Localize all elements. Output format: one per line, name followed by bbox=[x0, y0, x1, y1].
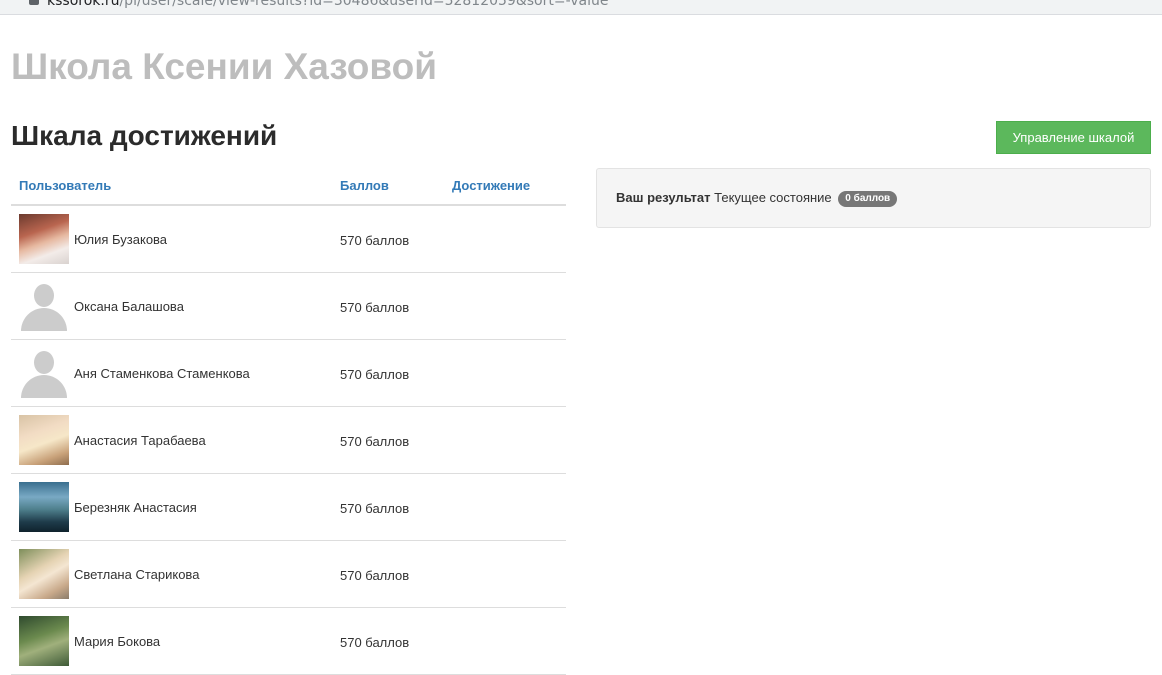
user-avatar[interactable] bbox=[19, 482, 69, 532]
table-row: Березняк Анастасия 570 баллов bbox=[11, 474, 566, 541]
user-name[interactable]: Березняк Анастасия bbox=[74, 500, 197, 515]
sort-by-user-link[interactable]: Пользователь bbox=[19, 178, 111, 193]
user-name[interactable]: Оксана Балашова bbox=[74, 299, 184, 314]
user-name[interactable]: Юлия Бузакова bbox=[74, 232, 167, 247]
placeholder-head bbox=[34, 351, 54, 374]
user-avatar[interactable] bbox=[19, 214, 69, 264]
user-score: 570 баллов bbox=[340, 568, 410, 583]
sort-by-score-link[interactable]: Баллов bbox=[340, 178, 389, 193]
results-table: Пользователь Баллов Достижение Юлия Буза… bbox=[11, 172, 566, 675]
url-domain: kssorok.ru bbox=[47, 0, 120, 9]
lock-icon[interactable] bbox=[29, 0, 39, 5]
manage-scale-button[interactable]: Управление шкалой bbox=[996, 121, 1151, 154]
user-score: 570 баллов bbox=[340, 635, 410, 650]
user-avatar[interactable] bbox=[19, 616, 69, 666]
sort-by-achievement-link[interactable]: Достижение bbox=[452, 178, 530, 193]
table-row: Светлана Старикова 570 баллов bbox=[11, 541, 566, 608]
result-state: Текущее состояние bbox=[714, 190, 832, 205]
result-label: Ваш результат bbox=[616, 190, 711, 205]
user-name[interactable]: Аня Стаменкова Стаменкова bbox=[74, 366, 250, 381]
your-result-panel: Ваш результат Текущее состояние 0 баллов bbox=[596, 168, 1151, 228]
placeholder-shoulders bbox=[21, 308, 67, 331]
browser-address-bar[interactable]: kssorok.ru/pl/user/scale/view-results?id… bbox=[0, 0, 1162, 15]
address-url[interactable]: kssorok.ru/pl/user/scale/view-results?id… bbox=[47, 0, 609, 9]
user-name[interactable]: Светлана Старикова bbox=[74, 567, 199, 582]
table-row: Аня Стаменкова Стаменкова 570 баллов bbox=[11, 340, 566, 407]
school-title[interactable]: Школа Ксении Хазовой bbox=[11, 46, 437, 88]
user-score: 570 баллов bbox=[340, 233, 410, 248]
user-score: 570 баллов bbox=[340, 501, 410, 516]
user-score: 570 баллов bbox=[340, 434, 410, 449]
score-badge: 0 баллов bbox=[838, 191, 898, 207]
user-name[interactable]: Анастасия Тарабаева bbox=[74, 433, 206, 448]
result-line: Ваш результат Текущее состояние 0 баллов bbox=[616, 190, 898, 207]
placeholder-head bbox=[34, 284, 54, 307]
user-name[interactable]: Мария Бокова bbox=[74, 634, 160, 649]
user-score: 570 баллов bbox=[340, 367, 410, 382]
table-header: Пользователь Баллов Достижение bbox=[11, 172, 566, 206]
user-placeholder-icon[interactable] bbox=[19, 348, 69, 398]
user-avatar[interactable] bbox=[19, 415, 69, 465]
table-row: Оксана Балашова 570 баллов bbox=[11, 273, 566, 340]
table-row: Анастасия Тарабаева 570 баллов bbox=[11, 407, 566, 474]
user-placeholder-icon[interactable] bbox=[19, 281, 69, 331]
user-score: 570 баллов bbox=[340, 300, 410, 315]
page-title: Шкала достижений bbox=[11, 120, 278, 151]
table-row: Юлия Бузакова 570 баллов bbox=[11, 206, 566, 273]
url-path: /pl/user/scale/view-results?id=30486&use… bbox=[119, 0, 609, 9]
user-avatar[interactable] bbox=[19, 549, 69, 599]
table-row: Мария Бокова 570 баллов bbox=[11, 608, 566, 675]
placeholder-shoulders bbox=[21, 375, 67, 398]
